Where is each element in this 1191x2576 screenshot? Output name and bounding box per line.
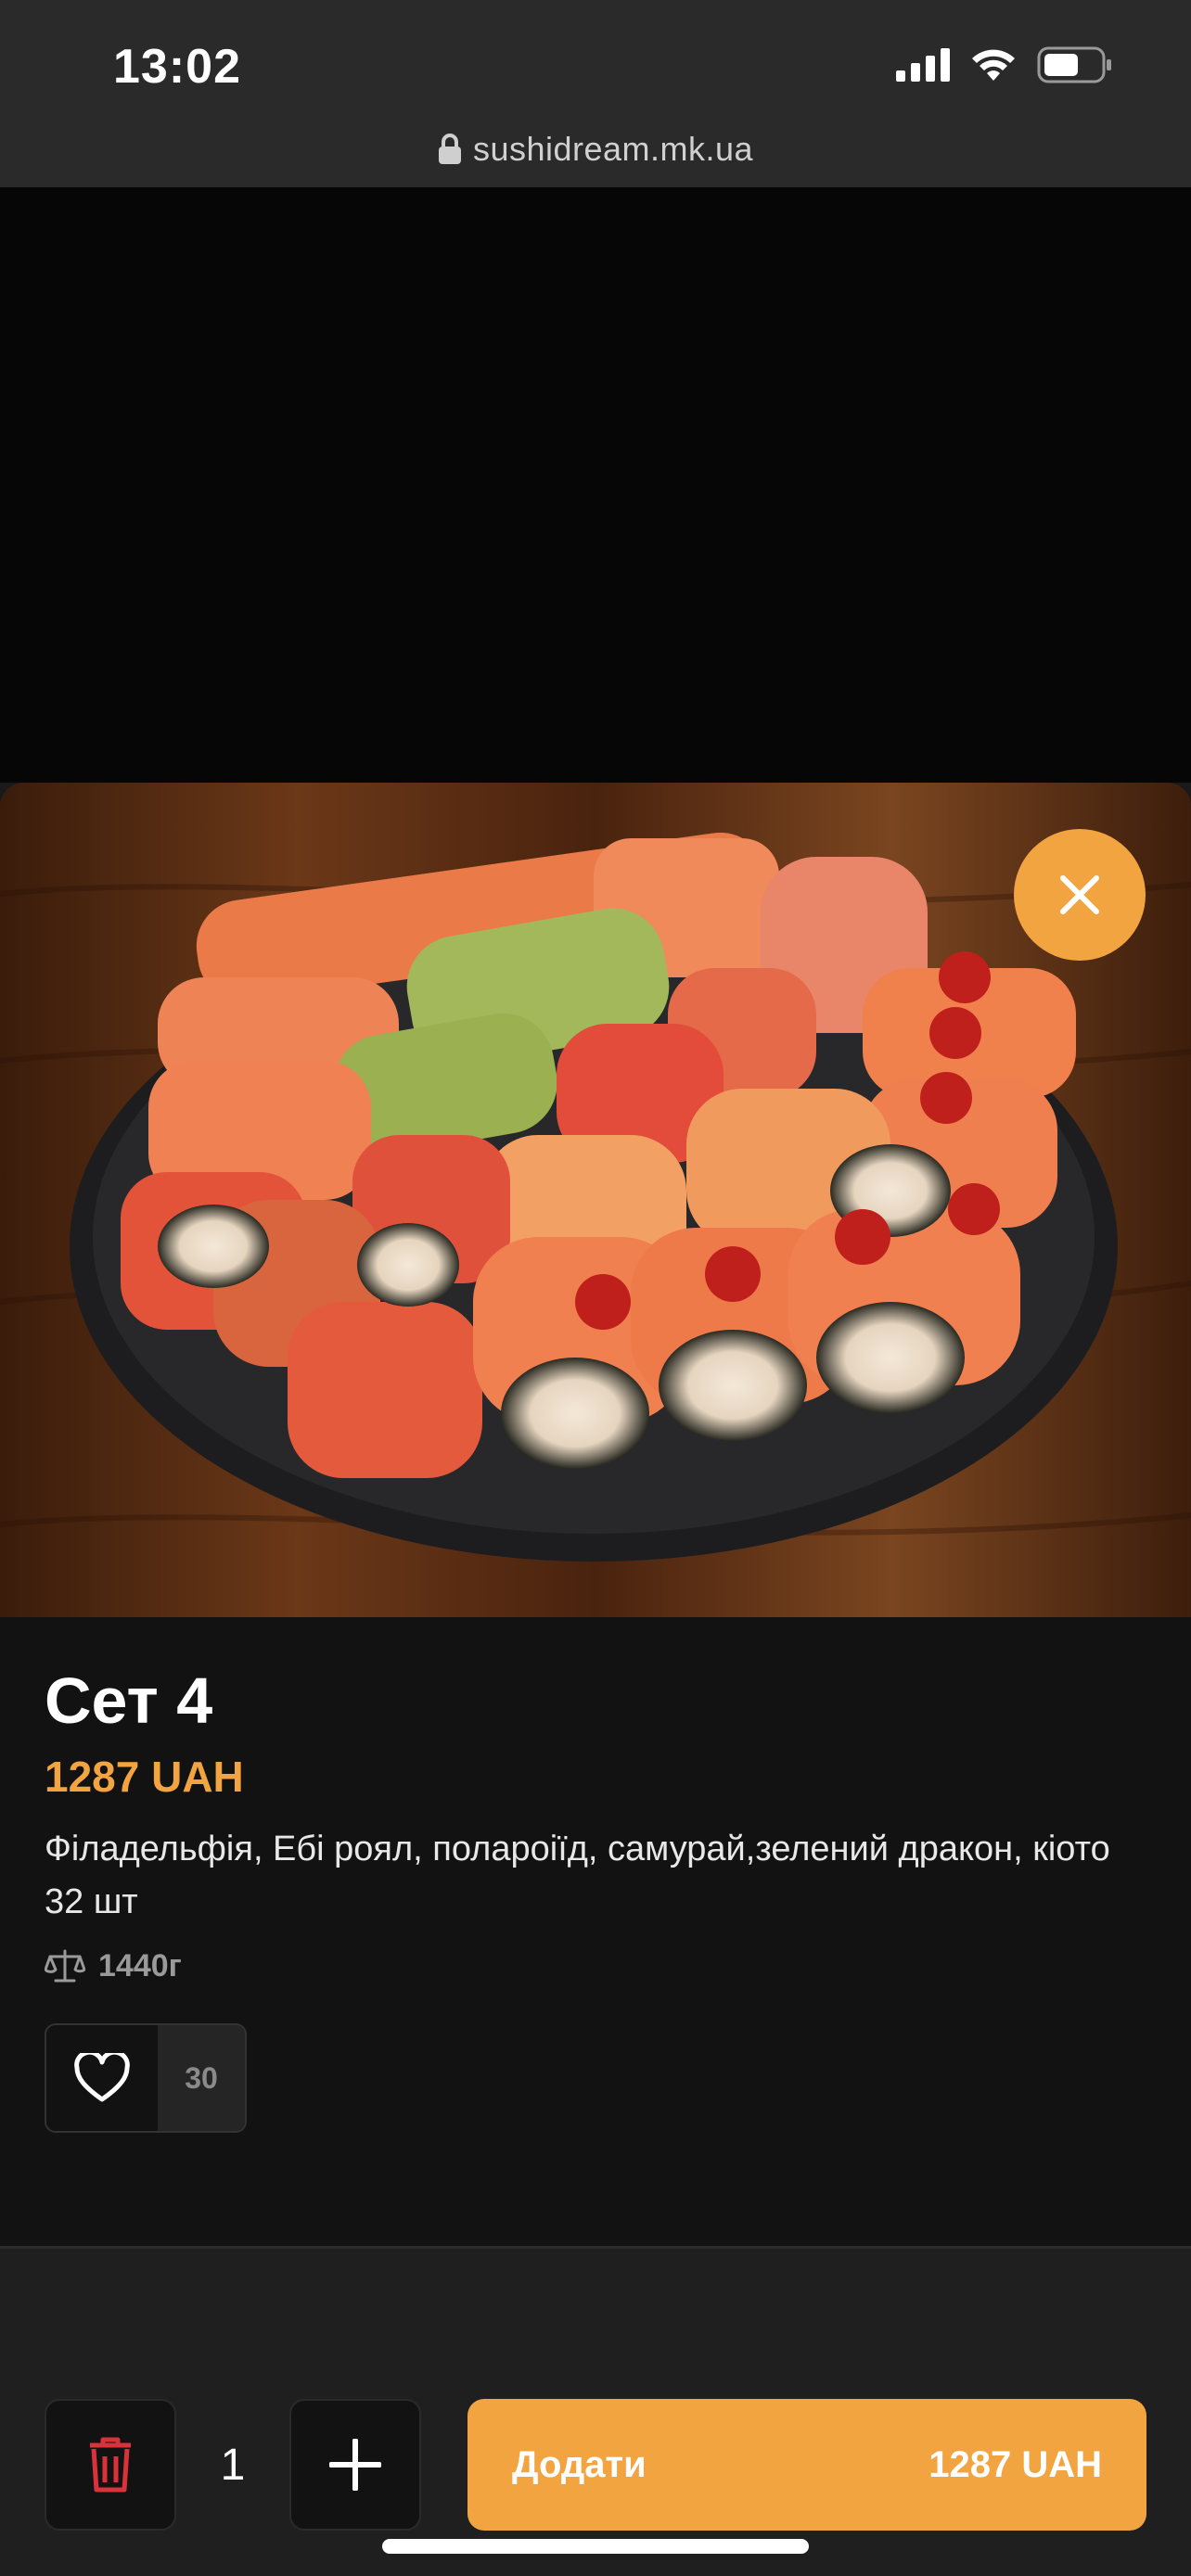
url-text: sushidream.mk.ua	[472, 130, 754, 168]
home-indicator[interactable]	[382, 2539, 809, 2554]
product-image	[0, 783, 1191, 1617]
scales-icon	[45, 1949, 85, 1983]
product-weight: 1440г	[45, 1947, 1148, 1984]
quantity-value: 1	[220, 2440, 246, 2490]
lock-icon	[438, 134, 461, 164]
status-icons	[896, 46, 1113, 83]
battery-icon	[1037, 46, 1111, 83]
add-to-cart-label: Додати	[512, 2443, 647, 2485]
status-time: 13:02	[113, 40, 241, 94]
product-title: Сет 4	[45, 1664, 213, 1737]
favorite-count: 30	[158, 2025, 245, 2131]
heart-icon	[74, 2053, 130, 2102]
close-icon	[1060, 875, 1099, 914]
product-info: Сет 4 1287 UAH Філадельфія, Ебі роял, по…	[45, 1664, 1148, 2133]
signal-icon	[896, 48, 950, 82]
sushi-set-photo-icon	[0, 783, 1191, 1617]
delete-button[interactable]	[45, 2399, 176, 2531]
product-ingredients: Філадельфія, Ебі роял, полароіїд, самура…	[45, 1830, 1110, 1868]
weight-value: 1440г	[98, 1947, 182, 1983]
status-bar: 13:02	[0, 0, 1191, 130]
favorite-control[interactable]: 30	[45, 2023, 247, 2133]
trash-icon	[90, 2437, 131, 2493]
wifi-icon	[972, 49, 1015, 81]
increase-quantity-button[interactable]	[289, 2399, 421, 2531]
add-to-cart-price: 1287 UAH	[928, 2443, 1102, 2485]
add-to-cart-button[interactable]: Додати 1287 UAH	[467, 2399, 1146, 2531]
modal-backdrop[interactable]	[0, 187, 1191, 783]
product-pieces: 32 шт	[45, 1882, 138, 1921]
plus-icon	[329, 2439, 381, 2491]
browser-address-bar[interactable]: sushidream.mk.ua	[0, 130, 1191, 187]
close-button[interactable]	[1014, 829, 1146, 961]
cart-bar: 1 Додати 1287 UAH	[0, 2246, 1191, 2576]
product-description: Філадельфія, Ебі роял, полароіїд, самура…	[45, 1823, 1148, 1929]
favorite-button[interactable]	[46, 2025, 158, 2131]
product-price: 1287 UAH	[45, 1753, 244, 1801]
